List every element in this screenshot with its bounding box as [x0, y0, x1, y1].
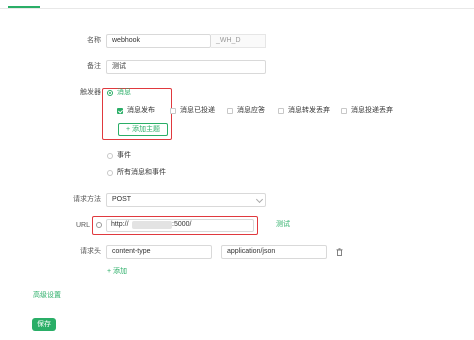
- add-topic-button[interactable]: + 添加主题: [118, 123, 168, 136]
- active-tab-indicator: [8, 6, 40, 8]
- radio-all[interactable]: [107, 170, 113, 176]
- url-prefix: http://: [111, 221, 129, 228]
- radio-message[interactable]: [107, 90, 113, 96]
- checkbox-topic-acked[interactable]: [227, 108, 233, 114]
- header-value-input[interactable]: application/json: [221, 245, 327, 259]
- name-input[interactable]: webhook: [106, 34, 211, 48]
- remark-input[interactable]: 测试: [106, 60, 266, 74]
- top-tab-bar: [0, 0, 474, 9]
- add-header-button[interactable]: + 添加: [107, 266, 127, 278]
- info-icon: [96, 222, 102, 228]
- topic-delivered-label: 消息已投递: [180, 107, 215, 114]
- test-link[interactable]: 测试: [276, 219, 290, 231]
- save-button[interactable]: 保存: [32, 318, 56, 331]
- topic-delivery-dropped-label: 消息投递丢弃: [351, 107, 393, 114]
- headers-label: 请求头: [80, 248, 101, 255]
- name-suffix: _WH_D: [216, 37, 241, 44]
- method-select[interactable]: POST: [106, 193, 266, 207]
- remark-label: 备注: [87, 63, 101, 70]
- radio-event[interactable]: [107, 153, 113, 159]
- checkbox-topic-delivered[interactable]: [170, 108, 176, 114]
- topic-forward-dropped-label: 消息转发丢弃: [288, 107, 330, 114]
- topic-publish-label: 消息发布: [127, 107, 155, 114]
- radio-event-label: 事件: [117, 152, 131, 159]
- checkbox-topic-publish[interactable]: [117, 108, 123, 114]
- trigger-label: 触发器: [80, 89, 101, 96]
- redacted-host: [132, 221, 172, 229]
- name-label: 名称: [87, 37, 101, 44]
- advanced-settings-link[interactable]: 高级设置: [33, 290, 61, 302]
- radio-all-label: 所有消息和事件: [117, 169, 166, 176]
- header-key-input[interactable]: content-type: [106, 245, 212, 259]
- checkbox-topic-forward-dropped[interactable]: [278, 108, 284, 114]
- url-suffix: :5000/: [172, 221, 192, 228]
- topic-acked-label: 消息应答: [237, 107, 265, 114]
- checkbox-topic-delivery-dropped[interactable]: [341, 108, 347, 114]
- url-label: URL: [75, 222, 90, 229]
- trash-icon[interactable]: [336, 248, 343, 256]
- method-label: 请求方法: [73, 196, 101, 203]
- radio-message-label: 消息: [117, 89, 131, 96]
